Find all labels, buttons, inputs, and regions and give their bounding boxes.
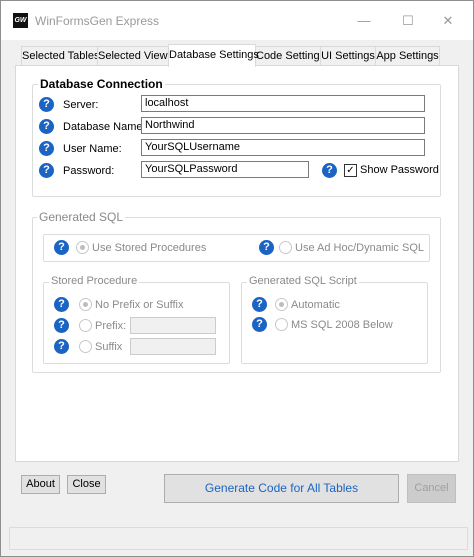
tab-ui-settings[interactable]: UI Settings [320,46,376,65]
server-label: Server: [63,99,99,111]
suffix-input[interactable] [130,338,216,355]
adhoc-sql-help-icon[interactable]: ? [259,240,274,255]
database-connection-legend: Database Connection [38,77,165,91]
status-bar [9,527,468,550]
use-stored-procedures-label: Use Stored Procedures [92,242,207,254]
generate-code-button[interactable]: Generate Code for All Tables [164,474,399,503]
no-prefix-help-icon[interactable]: ? [54,297,69,312]
prefix-radio[interactable] [79,319,92,332]
automatic-help-icon[interactable]: ? [252,297,267,312]
tab-panel-database-settings: Database Connection ? Server: localhost … [15,65,459,462]
server-help-icon[interactable]: ? [39,97,54,112]
app-icon: GW [13,13,28,28]
tab-code-settings[interactable]: Code Settings [255,46,325,65]
window-title: WinFormsGen Express [35,14,160,28]
generated-sql-script-legend: Generated SQL Script [247,275,359,287]
close-button[interactable]: Close [67,475,106,494]
use-adhoc-sql-radio[interactable] [279,241,292,254]
prefix-label: Prefix: [95,320,127,332]
ms-sql-help-icon[interactable]: ? [252,317,267,332]
suffix-radio[interactable] [79,340,92,353]
suffix-help-icon[interactable]: ? [54,339,69,354]
generated-sql-group: Generated SQL ? Use Stored Procedures ? … [32,210,441,373]
prefix-help-icon[interactable]: ? [54,318,69,333]
tab-app-settings[interactable]: App Settings [375,46,440,65]
database-name-help-icon[interactable]: ? [39,119,54,134]
stored-procedure-legend: Stored Procedure [49,275,140,287]
generated-sql-legend: Generated SQL [37,210,126,224]
main-window: GW WinFormsGen Express — ☐ ✕ Selected Ta… [0,0,474,557]
show-password-label: Show Password [360,164,439,176]
stored-procedures-help-icon[interactable]: ? [54,240,69,255]
show-password-help-icon[interactable]: ? [322,163,337,178]
tab-database-settings[interactable]: Database Settings [168,44,259,67]
database-name-label: Database Name: [63,121,146,133]
title-bar: GW WinFormsGen Express — ☐ ✕ [1,1,473,40]
sql-mode-box: ? Use Stored Procedures ? Use Ad Hoc/Dyn… [43,234,430,262]
use-adhoc-sql-label: Use Ad Hoc/Dynamic SQL [295,242,424,254]
server-input[interactable]: localhost [141,95,425,112]
cancel-button[interactable]: Cancel [407,474,456,503]
database-name-input[interactable]: Northwind [141,117,425,134]
tab-selected-views[interactable]: Selected Views [97,46,173,65]
close-window-button[interactable]: ✕ [436,13,460,29]
prefix-input[interactable] [130,317,216,334]
suffix-label: Suffix [95,341,123,353]
automatic-radio[interactable] [275,298,288,311]
generated-sql-script-group: Generated SQL Script ? Automatic ? MS SQ… [241,275,428,364]
user-name-label: User Name: [63,143,122,155]
no-prefix-label: No Prefix or Suffix [95,299,184,311]
automatic-label: Automatic [291,299,340,311]
use-stored-procedures-radio[interactable] [76,241,89,254]
password-label: Password: [63,165,115,177]
stored-procedure-group: Stored Procedure ? No Prefix or Suffix ?… [43,275,230,364]
password-input[interactable]: YourSQLPassword [141,161,309,178]
no-prefix-radio[interactable] [79,298,92,311]
about-button[interactable]: About [21,475,60,494]
tab-selected-tables[interactable]: Selected Tables [21,46,99,65]
ms-sql-2008-label: MS SQL 2008 Below [291,319,393,331]
show-password-checkbox[interactable]: ✓ [344,164,357,177]
ms-sql-2008-radio[interactable] [275,318,288,331]
minimize-button[interactable]: — [352,13,376,28]
user-name-input[interactable]: YourSQLUsername [141,139,425,156]
password-help-icon[interactable]: ? [39,163,54,178]
user-name-help-icon[interactable]: ? [39,141,54,156]
maximize-button[interactable]: ☐ [396,13,420,29]
database-connection-group: Database Connection ? Server: localhost … [32,77,441,197]
